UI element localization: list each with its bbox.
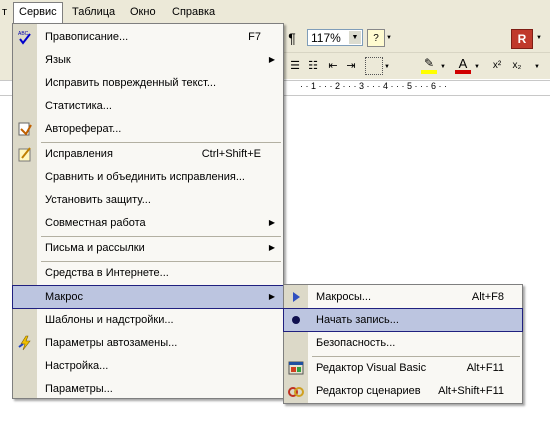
menu-item-macro[interactable]: Макрос ▶ — [12, 285, 284, 309]
menu-item-options[interactable]: Параметры... — [13, 378, 283, 400]
menu-item-language[interactable]: Язык ▶ — [13, 49, 283, 71]
menu-item-label: Макрос — [45, 291, 83, 303]
submenu-arrow-icon: ▶ — [268, 218, 275, 227]
menu-item-statistics[interactable]: Статистика... — [13, 95, 283, 117]
menu-window[interactable]: Окно — [124, 3, 162, 21]
menu-item-label: Установить защиту... — [45, 194, 151, 206]
menu-item-shortcut: Alt+F8 — [471, 291, 504, 303]
menu-item-templates[interactable]: Шаблоны и надстройки... — [13, 309, 283, 331]
play-icon — [288, 289, 304, 305]
menu-item-label: Язык — [45, 54, 71, 66]
font-color-icon[interactable]: A — [455, 56, 471, 74]
menu-bar: т Сервис Таблица Окно Справка — [0, 0, 550, 24]
menu-item-shortcut: F7 — [248, 31, 261, 43]
chevron-down-icon[interactable]: ▼ — [439, 63, 447, 71]
menu-item-shortcut: Alt+Shift+F11 — [438, 385, 504, 397]
svg-text:ABC: ABC — [18, 31, 29, 37]
record-icon — [288, 312, 304, 328]
borders-icon[interactable] — [365, 57, 383, 75]
chevron-down-icon[interactable]: ▼ — [533, 63, 541, 71]
menu-item-label: Статистика... — [45, 100, 112, 112]
decrease-indent-icon[interactable]: ⇤ — [325, 57, 341, 73]
submenu-arrow-icon: ▶ — [268, 243, 275, 252]
menu-item-shortcut: Alt+F11 — [466, 362, 504, 374]
standard-toolbar: ¶ 117% ▼ ? ▼ R ▼ — [283, 24, 550, 53]
menu-format-partial[interactable]: т — [0, 3, 13, 21]
menu-item-label: Параметры... — [45, 383, 113, 395]
menu-item-label: Редактор сценариев — [316, 385, 421, 397]
menu-help[interactable]: Справка — [166, 3, 221, 21]
menu-item-spelling[interactable]: ABC Правописание... F7 — [13, 26, 283, 48]
menu-item-track-changes[interactable]: Исправления Ctrl+Shift+E — [13, 143, 283, 165]
menu-item-internet-tools[interactable]: Средства в Интернете... — [13, 262, 283, 284]
spellcheck-icon: ABC — [17, 29, 33, 45]
chevron-down-icon[interactable]: ▼ — [349, 31, 361, 44]
paragraph-mark-button[interactable]: ¶ — [285, 29, 299, 47]
ruler-mark: · · 1 · · · 2 · · · 3 · · · 4 · · · 5 · … — [300, 81, 447, 91]
menu-item-label: Безопасность... — [316, 337, 396, 349]
superscript-button[interactable]: x² — [489, 57, 505, 73]
menu-item-label: Средства в Интернете... — [45, 267, 169, 279]
help-icon[interactable]: ? — [367, 29, 385, 47]
menu-item-label: Исправить поврежденный текст... — [45, 77, 217, 89]
menu-item-label: Совместная работа — [45, 217, 146, 229]
menu-item-label: Параметры автозамены... — [45, 337, 178, 349]
autocorrect-icon — [17, 335, 33, 351]
menu-item-autosummary[interactable]: Автореферат... — [13, 118, 283, 140]
menu-item-vb-editor[interactable]: Редактор Visual Basic Alt+F11 — [284, 357, 522, 379]
menu-item-label: Макросы... — [316, 291, 372, 303]
submenu-arrow-icon: ▶ — [268, 55, 275, 64]
menu-item-label: Начать запись... — [316, 314, 399, 326]
menu-item-label: Сравнить и объединить исправления... — [45, 171, 245, 183]
track-changes-icon — [17, 146, 33, 162]
increase-indent-icon[interactable]: ⇥ — [343, 57, 359, 73]
menu-item-protect[interactable]: Установить защиту... — [13, 189, 283, 211]
menu-item-record-macro[interactable]: Начать запись... — [283, 308, 523, 332]
menu-item-autocorrect[interactable]: Параметры автозамены... — [13, 332, 283, 354]
menu-item-security[interactable]: Безопасность... — [284, 332, 522, 354]
menu-item-label: Правописание... — [45, 31, 129, 43]
chevron-down-icon[interactable]: ▼ — [535, 34, 543, 42]
chevron-down-icon[interactable]: ▼ — [473, 63, 481, 71]
numbered-list-icon[interactable]: ☰ — [287, 57, 303, 73]
menu-item-repair-text[interactable]: Исправить поврежденный текст... — [13, 72, 283, 94]
chevron-down-icon[interactable]: ▼ — [385, 34, 393, 42]
service-menu: ABC Правописание... F7 Язык ▶ Исправить … — [12, 23, 284, 399]
menu-service[interactable]: Сервис — [13, 2, 63, 24]
menu-item-label: Письма и рассылки — [45, 242, 145, 254]
menu-item-script-editor[interactable]: Редактор сценариев Alt+Shift+F11 — [284, 380, 522, 402]
menu-item-label: Шаблоны и надстройки... — [45, 314, 174, 326]
macro-submenu: Макросы... Alt+F8 Начать запись... Безоп… — [283, 284, 523, 404]
menu-item-label: Редактор Visual Basic — [316, 362, 427, 374]
menu-item-label: Настройка... — [45, 360, 109, 372]
menu-item-label: Исправления — [45, 148, 113, 160]
bulleted-list-icon[interactable]: ☷ — [305, 57, 321, 73]
research-icon[interactable]: R — [511, 29, 533, 49]
subscript-button[interactable]: x₂ — [509, 57, 525, 73]
chevron-down-icon[interactable]: ▼ — [383, 63, 391, 71]
script-editor-icon — [288, 383, 304, 399]
menu-item-macros[interactable]: Макросы... Alt+F8 — [284, 286, 522, 308]
formatting-toolbar: ☰ ☷ ⇤ ⇥ ▼ ✎ ▼ A ▼ x² x₂ ▼ — [283, 53, 550, 79]
zoom-select[interactable]: 117% ▼ — [307, 29, 363, 46]
vb-editor-icon — [288, 360, 304, 376]
menu-item-label: Автореферат... — [45, 123, 122, 135]
menu-item-mailings[interactable]: Письма и рассылки ▶ — [13, 237, 283, 259]
submenu-arrow-icon: ▶ — [268, 292, 275, 301]
menu-item-shortcut: Ctrl+Shift+E — [201, 148, 261, 160]
menu-item-collaboration[interactable]: Совместная работа ▶ — [13, 212, 283, 234]
menu-table[interactable]: Таблица — [66, 3, 121, 21]
zoom-value: 117% — [311, 30, 341, 45]
menu-item-customize[interactable]: Настройка... — [13, 355, 283, 377]
highlight-icon[interactable]: ✎ — [421, 56, 437, 74]
menu-item-compare-merge[interactable]: Сравнить и объединить исправления... — [13, 166, 283, 188]
autosummary-icon — [17, 121, 33, 137]
